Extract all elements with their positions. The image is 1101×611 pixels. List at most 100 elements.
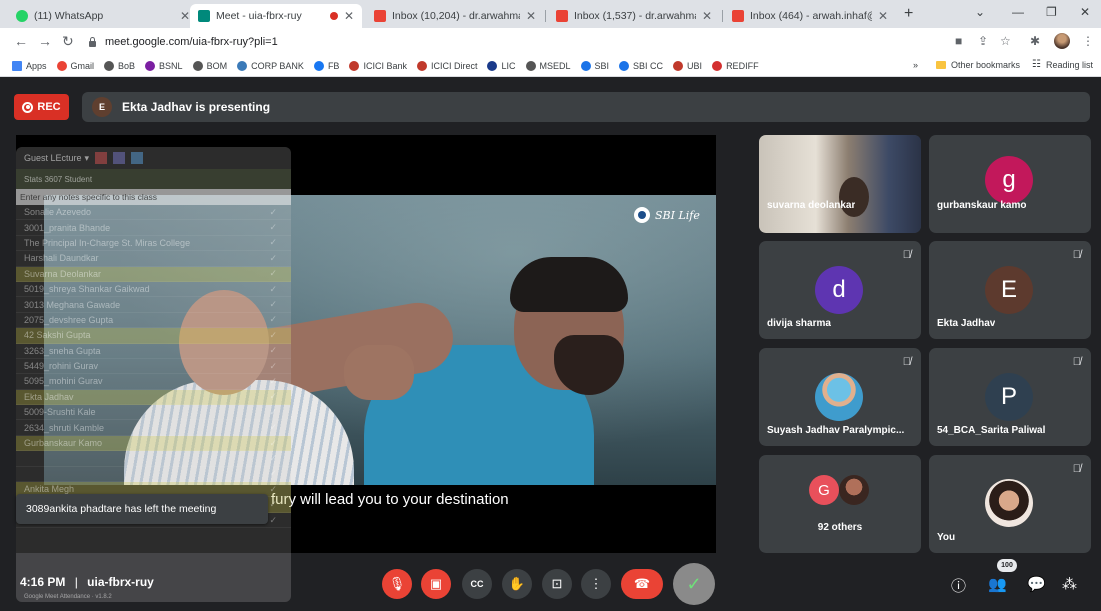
attendance-row[interactable]: 3263_sneha Gupta ✓ [16, 344, 291, 359]
present-check-icon[interactable]: ✓ [269, 453, 277, 464]
close-tab-icon[interactable]: ✕ [702, 9, 712, 23]
bookmark-icici-direct[interactable]: ICICI Direct [416, 60, 477, 71]
recording-badge[interactable]: REC [14, 94, 69, 120]
chat-icon[interactable]: 💬 [1027, 575, 1046, 593]
tab-inbox-1[interactable]: Inbox (10,204) - dr.arwahmadan ✕ [366, 4, 544, 28]
present-check-icon[interactable]: ✓ [269, 515, 277, 526]
bookmark-lic[interactable]: LIC [487, 60, 516, 71]
attendance-tool-icon[interactable] [95, 152, 108, 164]
attendance-row[interactable]: Harshali Daundkar ✓ [16, 251, 291, 267]
url-bar[interactable]: meet.google.com/uia-fbrx-ruy?pli=1 [88, 31, 940, 52]
tab-inbox-3[interactable]: Inbox (464) - arwah.inhaf@gma ✕ [724, 4, 896, 28]
close-tab-icon[interactable]: ✕ [344, 9, 354, 23]
activities-icon[interactable]: ⁂ [1062, 575, 1077, 593]
tab-inbox-2[interactable]: Inbox (1,537) - dr.arwahmadan ✕ [548, 4, 720, 28]
class-select[interactable]: Guest LEcture [24, 153, 82, 163]
attendance-tool-icon[interactable] [113, 152, 126, 164]
attendance-row[interactable]: ✓ [16, 467, 291, 483]
bookmark-sbi[interactable]: SBI [580, 60, 609, 71]
attendance-row[interactable]: Sonalie Azevedo ✓ [16, 205, 291, 221]
attendance-row[interactable]: 42 Sakshi Gupta ✓ [16, 328, 291, 344]
close-tab-icon[interactable]: ✕ [180, 9, 190, 23]
attendance-row[interactable]: 5009-Srushti Kale ✓ [16, 405, 291, 421]
reading-list-button[interactable]: Reading list [1046, 60, 1093, 70]
captions-button[interactable]: CC [462, 569, 492, 599]
present-check-icon[interactable]: ✓ [269, 330, 277, 341]
present-check-icon[interactable]: ✓ [269, 207, 277, 218]
close-tab-icon[interactable]: ✕ [878, 9, 888, 23]
bookmark-ubi[interactable]: UBI [673, 60, 702, 71]
bookmark-bom[interactable]: BOM [192, 60, 227, 71]
attendance-row[interactable]: Suvarna Deolankar ✓ [16, 266, 291, 282]
present-check-icon[interactable]: ✓ [269, 376, 277, 387]
attendance-check-button[interactable]: ✓ [673, 563, 715, 605]
bookmark-icici-bank[interactable]: ICICI Bank [349, 60, 407, 71]
attendance-row[interactable]: 5449_rohini Gurav ✓ [16, 359, 291, 375]
present-check-icon[interactable]: ✓ [269, 345, 277, 356]
reload-icon[interactable]: ↻ [62, 33, 74, 50]
attendance-row[interactable]: 2634_shruti Kamble ✓ [16, 420, 291, 436]
present-check-icon[interactable]: ✓ [269, 222, 277, 233]
tab-whatsapp[interactable]: (11) WhatsApp ✕ [8, 4, 198, 28]
camera-in-use-icon[interactable]: ■ [955, 34, 962, 48]
attendance-row[interactable]: ✓ [16, 451, 291, 467]
minimize-button[interactable]: — [1012, 5, 1024, 19]
attendance-tool-icon[interactable] [131, 152, 144, 164]
menu-icon[interactable]: ⋮ [1082, 34, 1094, 48]
present-check-icon[interactable]: ✓ [269, 391, 277, 402]
close-window-button[interactable]: ✕ [1080, 5, 1090, 19]
participant-tile[interactable]: g gurbanskaur kamo [929, 135, 1091, 233]
chevron-down-icon[interactable]: ▾ [85, 153, 90, 164]
present-check-icon[interactable]: ✓ [269, 484, 277, 495]
meeting-details-icon[interactable]: ⓘ [951, 575, 966, 596]
present-check-icon[interactable]: ✓ [269, 468, 277, 479]
attendance-panel[interactable]: Guest LEcture ▾ Stats 3607 Student Enter… [16, 147, 291, 602]
maximize-button[interactable]: ❐ [1046, 5, 1057, 19]
bookmark-rediff[interactable]: REDIFF [712, 60, 759, 71]
attendance-row[interactable]: 2075_devshree Gupta ✓ [16, 313, 291, 329]
bookmark-msedl[interactable]: MSEDL [525, 60, 571, 71]
present-check-icon[interactable]: ✓ [269, 361, 277, 372]
attendance-row[interactable]: 5095_mohini Gurav ✓ [16, 374, 291, 390]
bookmark-corp-bank[interactable]: CORP BANK [237, 60, 304, 71]
present-check-icon[interactable]: ✓ [269, 237, 277, 248]
share-icon[interactable]: ⇪ [978, 34, 988, 48]
other-bookmarks-button[interactable]: Other bookmarks [951, 60, 1020, 70]
others-tile[interactable]: G 92 others [759, 455, 921, 553]
present-now-button[interactable]: ⊡ [542, 569, 572, 599]
present-check-icon[interactable]: ✓ [269, 268, 277, 279]
microphone-toggle[interactable]: 🎙 [382, 569, 412, 599]
bookmark-fb[interactable]: FB [313, 60, 339, 71]
attendance-row[interactable]: Gurbanskaur Kamo ✓ [16, 435, 291, 452]
self-tile[interactable]: 🎙̸ You [929, 455, 1091, 553]
participant-tile[interactable]: suvarna deolankar [759, 135, 921, 233]
attendance-row[interactable]: Ekta Jadhav ✓ [16, 389, 291, 406]
present-check-icon[interactable]: ✓ [269, 422, 277, 433]
attendance-row[interactable]: 5019_shreya Shankar Gaikwad ✓ [16, 282, 291, 298]
camera-toggle[interactable]: ▣ [421, 569, 451, 599]
present-check-icon[interactable]: ✓ [269, 438, 277, 449]
attendance-notes-input[interactable]: Enter any notes specific to this class [16, 189, 291, 205]
participant-tile[interactable]: 🎙̸ Suyash Jadhav Paralympic... [759, 348, 921, 446]
more-options-button[interactable]: ⋮ [581, 569, 611, 599]
attendance-row[interactable]: 3001_pranita Bhande ✓ [16, 220, 291, 236]
attendance-row[interactable]: 3013 Meghana Gawade ✓ [16, 297, 291, 313]
attendance-row[interactable]: The Principal In-Charge St. Miras Colleg… [16, 236, 291, 252]
lock-icon[interactable] [88, 36, 97, 47]
new-tab-button[interactable]: + [904, 5, 913, 23]
participant-tile[interactable]: 🎙̸ d divija sharma [759, 241, 921, 339]
bookmark-star-icon[interactable]: ☆ [1000, 34, 1011, 48]
extensions-icon[interactable]: ✱ [1030, 34, 1040, 48]
present-check-icon[interactable]: ✓ [269, 253, 277, 264]
tab-meet[interactable]: Meet - uia-fbrx-ruy ✕ [190, 4, 362, 28]
bookmark-sbi-cc[interactable]: SBI CC [619, 60, 663, 71]
bookmark-gmail[interactable]: Gmail [56, 60, 94, 71]
bookmark-bsnl[interactable]: BSNL [145, 60, 183, 71]
present-check-icon[interactable]: ✓ [269, 314, 277, 325]
raise-hand-button[interactable]: ✋ [502, 569, 532, 599]
tab-search-icon[interactable]: ⌄ [975, 5, 985, 19]
participant-tile[interactable]: 🎙̸ P 54_BCA_Sarita Paliwal [929, 348, 1091, 446]
present-check-icon[interactable]: ✓ [269, 407, 277, 418]
leave-call-button[interactable]: ☎ [621, 569, 663, 599]
present-check-icon[interactable]: ✓ [269, 499, 277, 510]
